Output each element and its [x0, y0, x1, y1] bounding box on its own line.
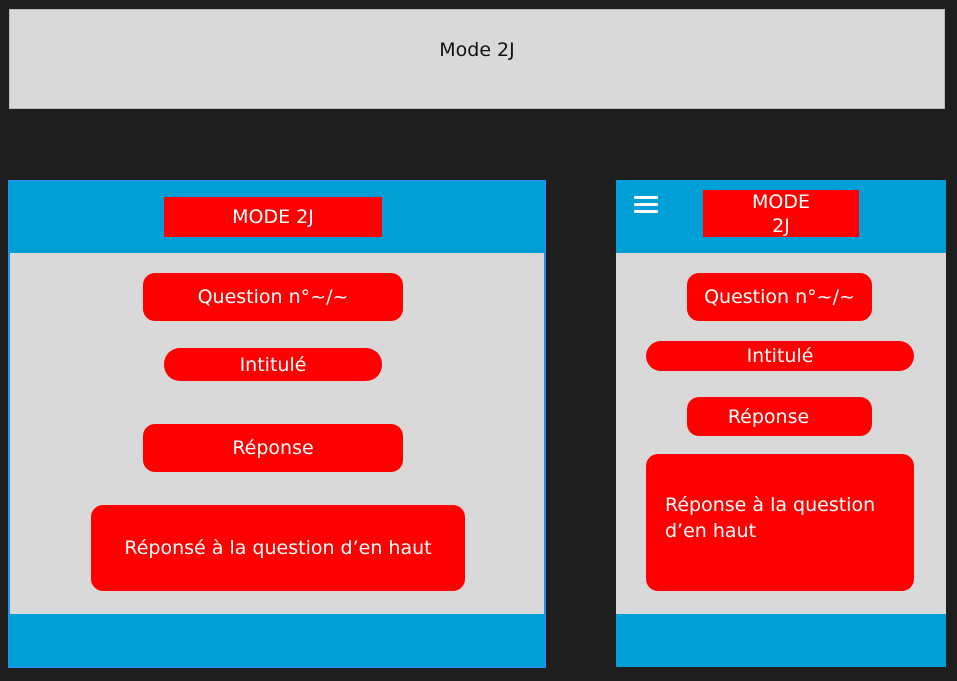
mobile-header-title: MODE 2J [703, 190, 859, 237]
hamburger-menu-icon[interactable] [634, 196, 658, 213]
menu-line [634, 196, 658, 199]
desktop-answer-box[interactable]: Réponsé à la question d’en haut [91, 505, 465, 591]
desktop-header-title: MODE 2J [164, 197, 382, 237]
mobile-reponse-label: Réponse [727, 405, 810, 428]
desktop-reponse-label: Réponse [232, 437, 314, 459]
desktop-answer-text: Réponsé à la question d’en haut [124, 537, 432, 559]
mobile-answer-line1: Réponse à la question [665, 494, 876, 516]
mobile-header-line1: MODE [752, 190, 810, 213]
desktop-intitule-button[interactable]: Intitulé [164, 348, 382, 381]
menu-line [634, 210, 658, 213]
mobile-header-line2: 2J [772, 214, 790, 237]
page-title-bar: Mode 2J [9, 9, 945, 109]
mobile-question-button[interactable]: Question n°~/~ [687, 273, 872, 321]
mobile-answer-box[interactable]: Réponse à la question d’en haut [646, 454, 914, 591]
mobile-answer-line2: d’en haut [665, 520, 757, 542]
page-title: Mode 2J [439, 39, 515, 61]
mobile-intitule-button[interactable]: Intitulé [646, 341, 914, 371]
mobile-reponse-button[interactable]: Réponse [687, 397, 872, 436]
desktop-question-button[interactable]: Question n°~/~ [143, 273, 403, 321]
desktop-question-label: Question n°~/~ [197, 286, 349, 308]
desktop-intitule-label: Intitulé [239, 353, 307, 376]
desktop-header-label: MODE 2J [232, 206, 314, 228]
mobile-intitule-label: Intitulé [746, 345, 814, 367]
mobile-question-label: Question n°~/~ [704, 286, 855, 308]
desktop-reponse-button[interactable]: Réponse [143, 424, 403, 472]
menu-line [634, 203, 658, 206]
